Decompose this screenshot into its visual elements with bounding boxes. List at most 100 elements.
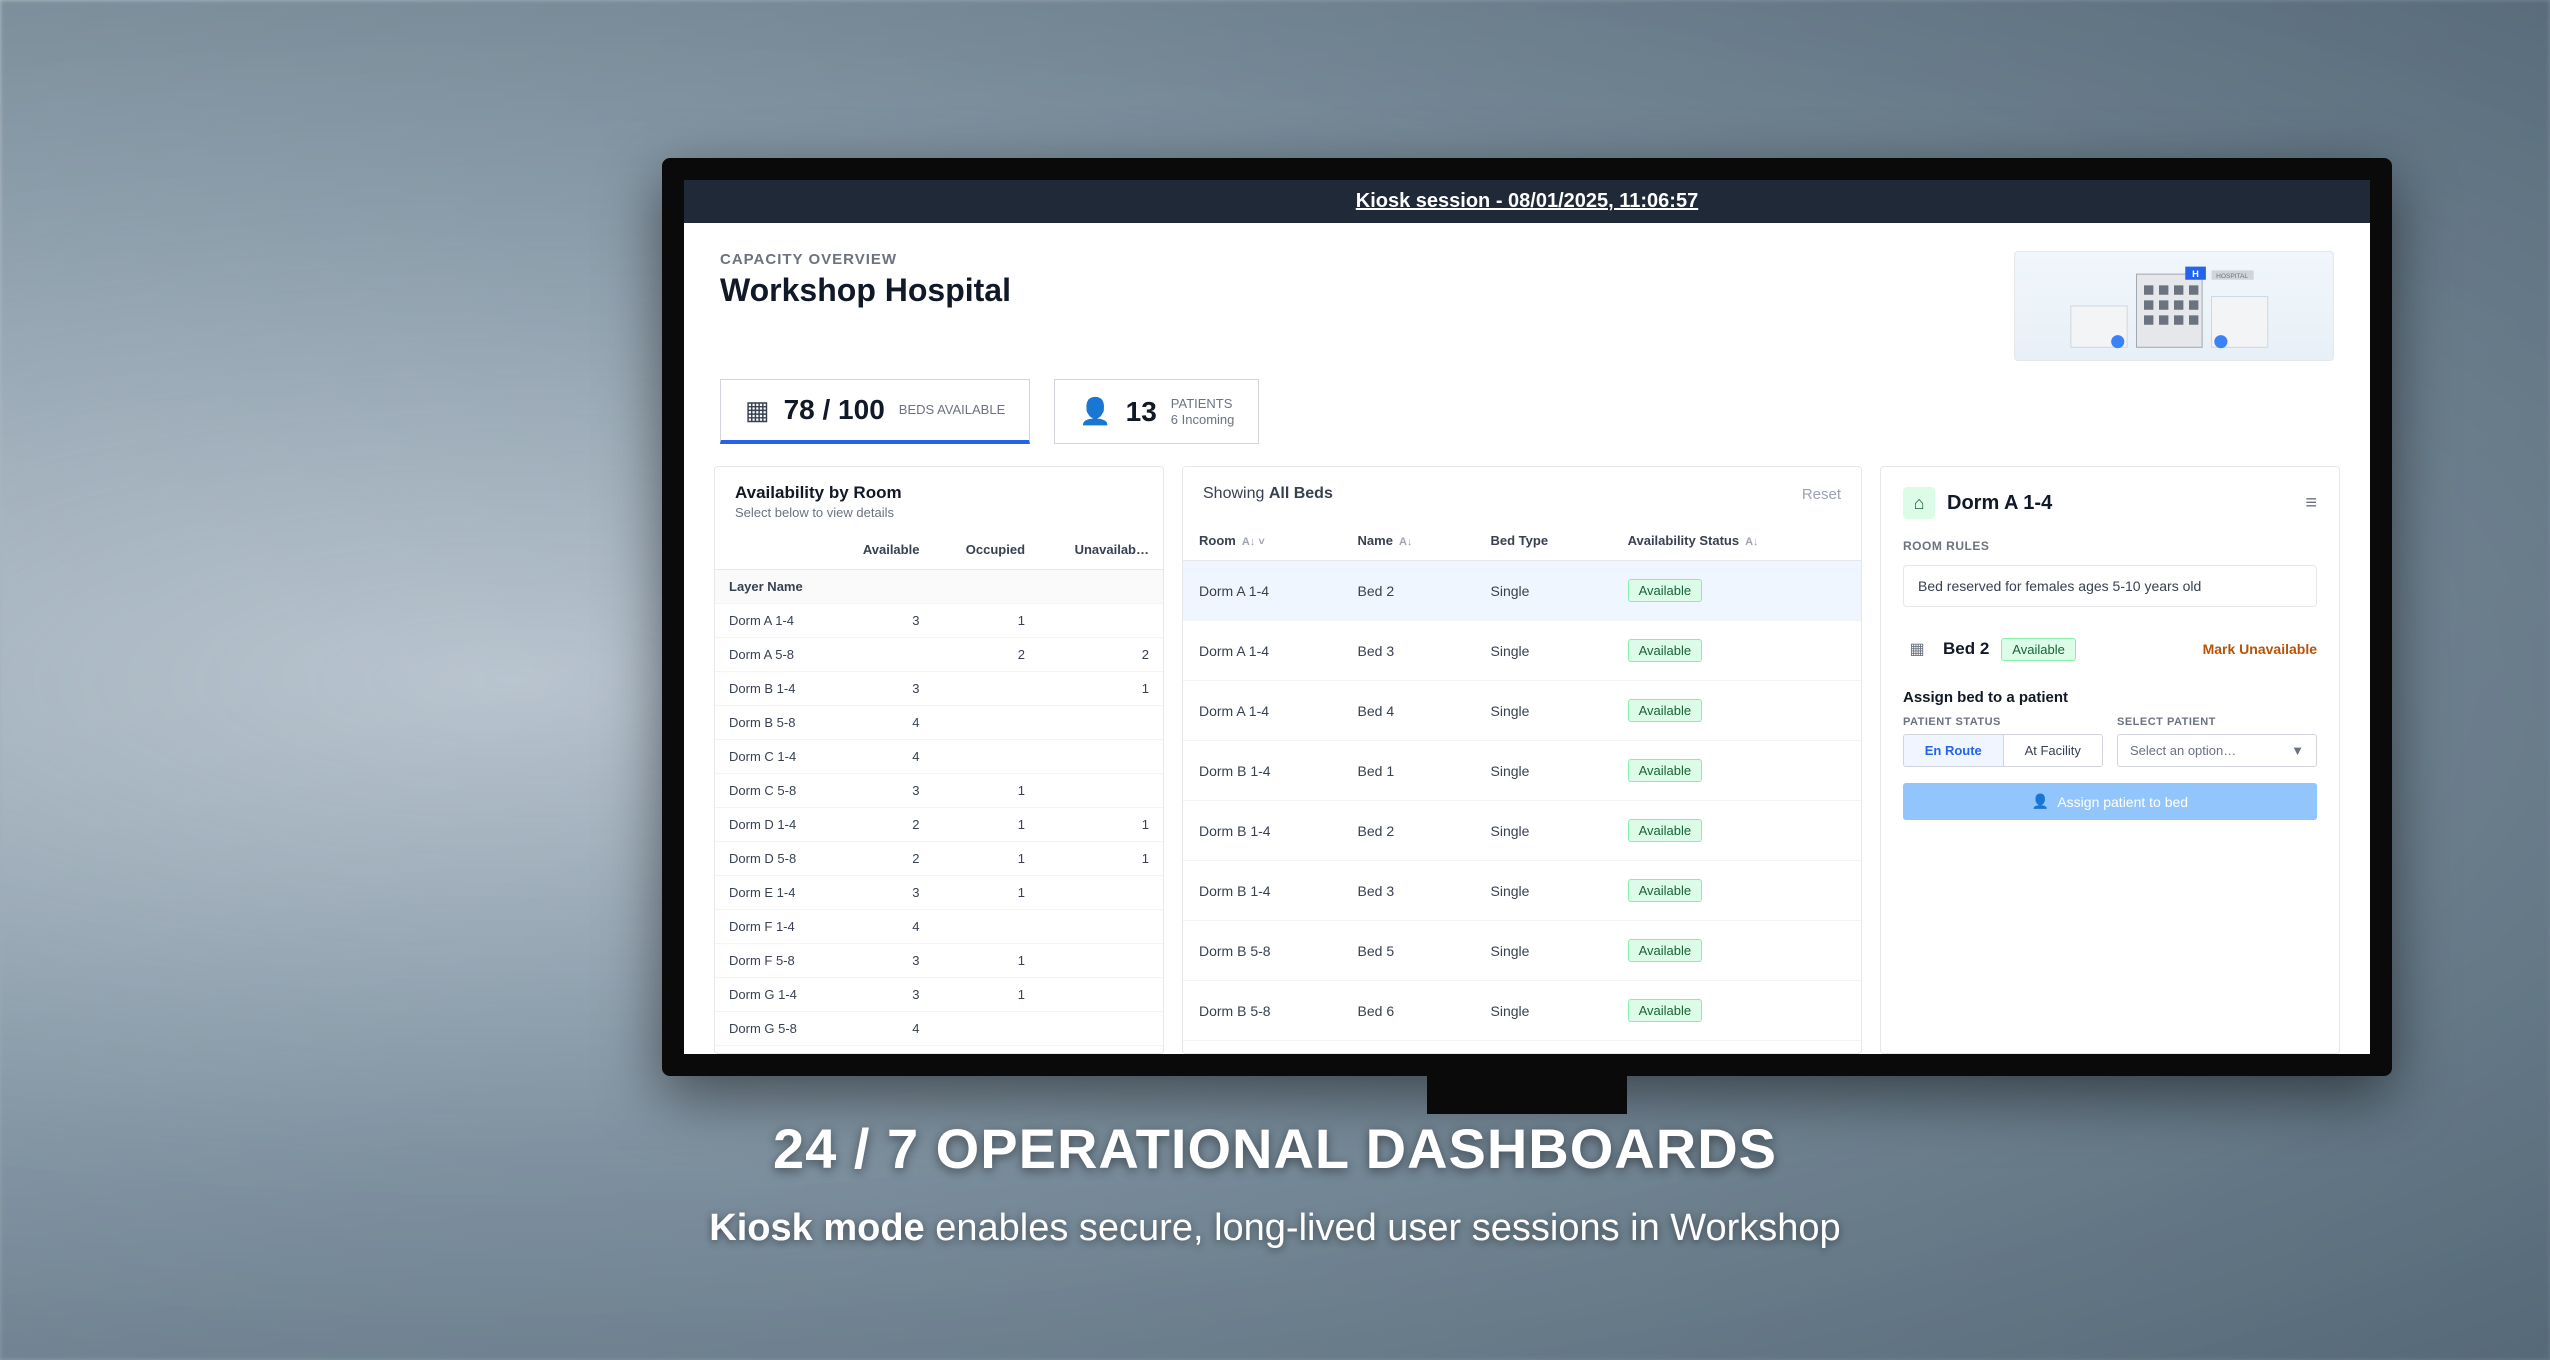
stat-beds-available[interactable]: ▦ 78 / 100 BEDS AVAILABLE	[720, 379, 1030, 444]
room-row[interactable]: Dorm G 1-4 3 1	[715, 978, 1163, 1012]
sort-icon[interactable]: A↓	[1745, 536, 1758, 548]
room-row[interactable]: Dorm C 5-8 3 1	[715, 774, 1163, 808]
bed-row[interactable]: Dorm B 5-8 Bed 5 Single Available	[1183, 921, 1861, 981]
col-name[interactable]: NameA↓	[1342, 521, 1475, 561]
sort-icon[interactable]: A↓	[1399, 536, 1412, 548]
detail-room-name: Dorm A 1-4	[1947, 492, 2052, 515]
detail-bed-status: Available	[2001, 638, 2076, 661]
room-rule-text: Bed reserved for females ages 5-10 years…	[1903, 565, 2317, 607]
room-row[interactable]: Dorm F 1-4 4	[715, 910, 1163, 944]
room-name: Dorm A 5-8	[715, 638, 831, 672]
bed-row[interactable]: Dorm A 1-4 Bed 3 Single Available	[1183, 621, 1861, 681]
room-unavailable	[1039, 740, 1163, 774]
toggle-at-facility[interactable]: At Facility	[2004, 735, 2103, 766]
marketing-headline: 24 / 7 OPERATIONAL DASHBOARDS	[0, 1116, 2550, 1181]
room-occupied: 2	[933, 638, 1039, 672]
status-badge: Available	[1628, 819, 1703, 842]
toggle-en-route[interactable]: En Route	[1904, 735, 2004, 766]
stat-patients-value: 13	[1126, 396, 1157, 428]
bed-room: Dorm A 1-4	[1183, 621, 1342, 681]
bed-type: Single	[1475, 981, 1612, 1041]
layer-name-subheader: Layer Name	[715, 570, 1163, 604]
room-row[interactable]: Dorm D 1-4 2 1 1	[715, 808, 1163, 842]
person-icon: 👤	[1079, 396, 1111, 427]
room-row[interactable]: Dorm F 5-8 3 1	[715, 944, 1163, 978]
room-row[interactable]: Dorm A 1-4 3 1	[715, 604, 1163, 638]
room-occupied: 1	[933, 944, 1039, 978]
grid-icon: ▦	[745, 395, 770, 426]
room-row[interactable]: Dorm H 1-4 3 1	[715, 1046, 1163, 1054]
room-name: Dorm C 5-8	[715, 774, 831, 808]
marketing-subtitle: Kiosk mode enables secure, long-lived us…	[0, 1207, 2550, 1250]
mark-unavailable-link[interactable]: Mark Unavailable	[2203, 641, 2317, 657]
status-badge: Available	[1628, 879, 1703, 902]
bed-name: Bed 3	[1342, 621, 1475, 681]
room-occupied: 1	[933, 876, 1039, 910]
room-name: Dorm G 1-4	[715, 978, 831, 1012]
room-name: Dorm B 1-4	[715, 672, 831, 706]
bed-room: Dorm B 5-8	[1183, 921, 1342, 981]
room-available: 4	[831, 740, 933, 774]
col-status[interactable]: Availability StatusA↓	[1612, 521, 1861, 561]
room-occupied: 1	[933, 774, 1039, 808]
room-row[interactable]: Dorm D 5-8 2 1 1	[715, 842, 1163, 876]
room-row[interactable]: Dorm A 5-8 2 2	[715, 638, 1163, 672]
col-occupied[interactable]: Occupied	[933, 530, 1039, 570]
select-patient-dropdown[interactable]: Select an option… ▼	[2117, 734, 2317, 767]
bed-row[interactable]: Dorm A 1-4 Bed 4 Single Available	[1183, 681, 1861, 741]
room-detail-panel: ⌂ Dorm A 1-4 ≡ ROOM RULES Bed reserved f…	[1880, 466, 2340, 1054]
col-available[interactable]: Available	[831, 530, 933, 570]
room-row[interactable]: Dorm C 1-4 4	[715, 740, 1163, 774]
room-available: 3	[831, 774, 933, 808]
room-occupied	[933, 910, 1039, 944]
assign-patient-button[interactable]: 👤 Assign patient to bed	[1903, 783, 2317, 820]
col-bed-type[interactable]: Bed Type	[1475, 521, 1612, 561]
bed-row[interactable]: Dorm A 1-4 Bed 2 Single Available	[1183, 561, 1861, 621]
room-row[interactable]: Dorm G 5-8 4	[715, 1012, 1163, 1046]
bed-room: Dorm B 1-4	[1183, 861, 1342, 921]
room-row[interactable]: Dorm B 1-4 3 1	[715, 672, 1163, 706]
room-occupied	[933, 672, 1039, 706]
header-overline: CAPACITY OVERVIEW	[720, 251, 1011, 268]
monitor-stand	[1427, 1054, 1627, 1114]
bed-type: Single	[1475, 921, 1612, 981]
room-name: Dorm G 5-8	[715, 1012, 831, 1046]
reset-link[interactable]: Reset	[1802, 486, 1841, 503]
room-available: 4	[831, 910, 933, 944]
room-name: Dorm H 1-4	[715, 1046, 831, 1054]
room-available: 3	[831, 944, 933, 978]
room-unavailable	[1039, 774, 1163, 808]
room-name: Dorm C 1-4	[715, 740, 831, 774]
room-available: 2	[831, 842, 933, 876]
sort-icon[interactable]: A↓ ˅	[1242, 536, 1265, 548]
col-empty[interactable]	[715, 530, 831, 570]
room-availability-table: Available Occupied Unavailab… Layer Name…	[715, 530, 1163, 1053]
patient-status-toggle: En Route At Facility	[1903, 734, 2103, 767]
room-unavailable	[1039, 944, 1163, 978]
room-row[interactable]: Dorm E 1-4 3 1	[715, 876, 1163, 910]
col-unavailable[interactable]: Unavailab…	[1039, 530, 1163, 570]
room-row[interactable]: Dorm B 5-8 4	[715, 706, 1163, 740]
room-occupied: 1	[933, 842, 1039, 876]
room-available: 3	[831, 876, 933, 910]
bed-row[interactable]: Dorm B 1-4 Bed 1 Single Available	[1183, 741, 1861, 801]
showing-label: Showing All Beds	[1203, 485, 1333, 503]
bed-row[interactable]: Dorm B 5-8 Bed 6 Single Available	[1183, 981, 1861, 1041]
room-occupied: 1	[933, 808, 1039, 842]
svg-text:H: H	[2192, 269, 2199, 279]
left-panel-title: Availability by Room	[735, 483, 1143, 503]
beds-table: RoomA↓ ˅ NameA↓ Bed Type Availability St…	[1183, 521, 1861, 1041]
room-available: 4	[831, 706, 933, 740]
patient-status-label: PATIENT STATUS	[1903, 716, 2103, 728]
svg-text:HOSPITAL: HOSPITAL	[2216, 273, 2248, 280]
col-room[interactable]: RoomA↓ ˅	[1183, 521, 1342, 561]
menu-icon[interactable]: ≡	[2305, 492, 2317, 515]
bed-room: Dorm B 5-8	[1183, 981, 1342, 1041]
select-patient-label: SELECT PATIENT	[2117, 716, 2317, 728]
stat-patients[interactable]: 👤 13 PATIENTS 6 Incoming	[1054, 379, 1259, 444]
status-badge: Available	[1628, 999, 1703, 1022]
left-panel-subtitle: Select below to view details	[735, 505, 1143, 520]
bed-row[interactable]: Dorm B 1-4 Bed 2 Single Available	[1183, 801, 1861, 861]
bed-row[interactable]: Dorm B 1-4 Bed 3 Single Available	[1183, 861, 1861, 921]
room-unavailable	[1039, 910, 1163, 944]
